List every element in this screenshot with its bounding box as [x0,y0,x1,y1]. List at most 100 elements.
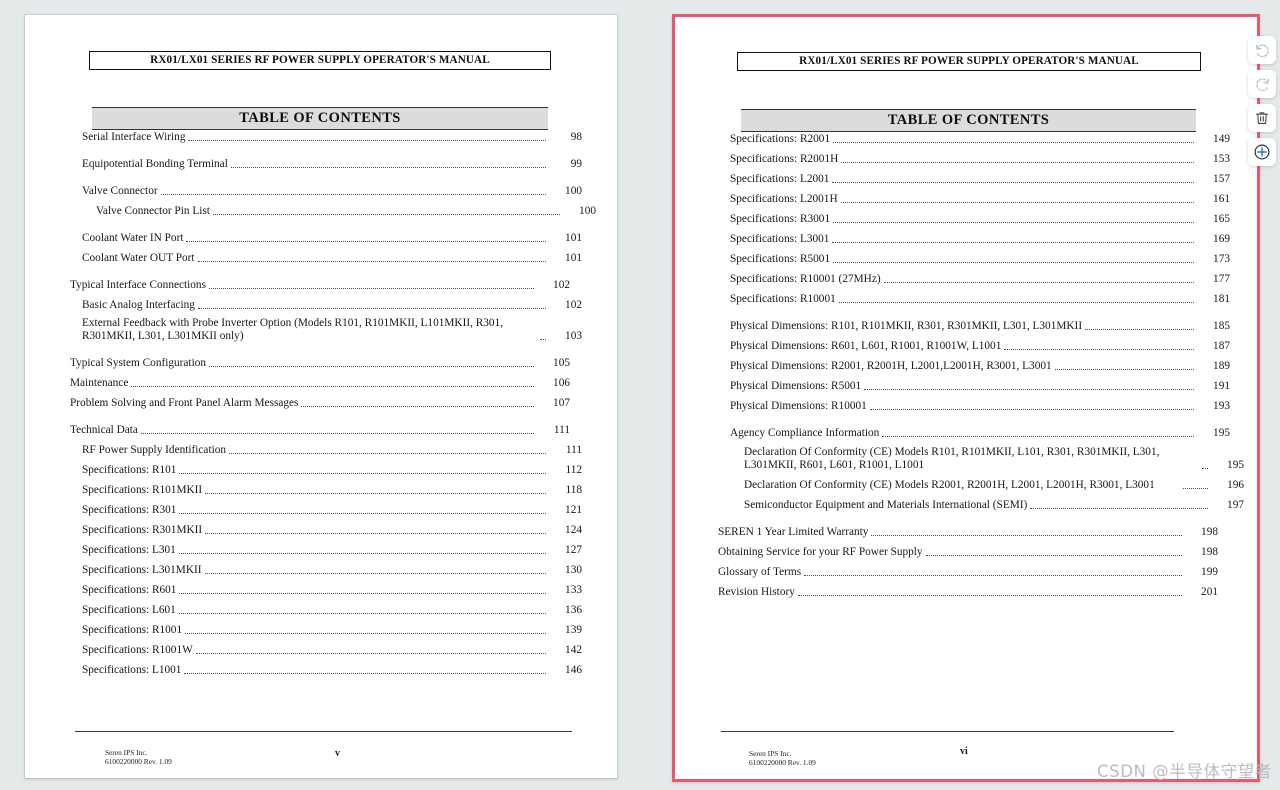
toc-entry[interactable]: Coolant Water OUT Port 101 [70,251,582,265]
toc-entry[interactable]: Declaration Of Conformity (CE) Models R2… [718,478,1244,492]
toc-entry[interactable]: SEREN 1 Year Limited Warranty 198 [718,525,1218,539]
toc-entry[interactable]: Specifications: R5001 173 [718,252,1230,266]
toc-entry[interactable]: Coolant Water IN Port 101 [70,231,582,245]
toc-entry[interactable]: Specifications: R10001 181 [718,292,1230,306]
toc-entry-label: Physical Dimensions: R101, R101MKII, R30… [730,320,1083,332]
toc-entry[interactable]: Specifications: R101 112 [70,463,582,477]
toc-entry-label: Physical Dimensions: R601, L601, R1001, … [730,340,1002,352]
toc-entry-page-number: 153 [1213,153,1230,165]
toc-leader-dots [179,512,546,515]
toc-entry[interactable]: Specifications: R3001 165 [718,212,1230,226]
toc-leader-dots [140,432,534,435]
toc-entry[interactable]: Physical Dimensions: R101, R101MKII, R30… [718,319,1230,333]
toc-entry-label: Typical System Configuration [70,357,207,370]
toc-entry-label: Specifications: L301MKII [82,564,202,577]
toc-entry-page-number: 195 [1227,459,1244,472]
toc-entry-page-number: 102 [565,299,582,311]
toc-entry-page-number: 111 [565,444,582,457]
toc-entry[interactable]: Glossary of Terms 199 [718,565,1218,579]
toc-leader-dots [179,592,546,595]
toc-entry[interactable]: Basic Analog Interfacing 102 [70,298,582,312]
toc-entry[interactable]: Obtaining Service for your RF Power Supp… [718,545,1218,559]
toc-entry[interactable]: Specifications: R101MKII 118 [70,483,582,497]
toc-entry[interactable]: Specifications: R1001 139 [70,623,582,637]
toc-entry[interactable]: Specifications: L3001 169 [718,232,1230,246]
delete-button[interactable] [1248,104,1276,132]
rotate-right-button[interactable] [1248,70,1276,98]
toc-entry[interactable]: Equipotential Bonding Terminal 99 [70,157,582,171]
toc-entry[interactable]: RF Power Supply Identification 111 [70,443,582,457]
toc-entry-label: Specifications: R101MKII [82,484,203,497]
toc-spacer [718,306,1218,319]
toc-entry[interactable]: Serial Interface Wiring 98 [70,130,582,144]
rotate-left-button[interactable] [1248,36,1276,64]
toc-entry[interactable]: Typical Interface Connections 102 [70,278,570,292]
toc-leader-dots [208,287,534,289]
toc-leader-dots [833,261,1194,263]
csdn-watermark: CSDN @半导体守望者 [1097,762,1272,781]
toc-entry-page-number: 181 [1213,293,1230,305]
document-page-left[interactable]: RX01/LX01 SERIES RF POWER SUPPLY OPERATO… [25,15,617,778]
toc-entry-page-number: 139 [565,624,582,637]
toc-entry-label: Specifications: R3001 [730,213,831,225]
toc-leader-dots [841,161,1194,163]
toc-entry[interactable]: Typical System Configuration 105 [70,356,570,370]
toc-entry[interactable]: Specifications: L301MKII 130 [70,563,582,577]
toc-entry-label: Serial Interface Wiring [82,131,186,143]
toc-entry[interactable]: Physical Dimensions: R2001, R2001H, L200… [718,359,1230,373]
toc-entry[interactable]: Valve Connector Pin List 100 [70,204,596,218]
toc-entry[interactable]: Physical Dimensions: R601, L601, R1001, … [718,339,1230,353]
toc-entry[interactable]: Revision History 201 [718,585,1218,599]
toc-leader-dots [869,408,1194,410]
toc-entry[interactable]: Specifications: R301 121 [70,503,582,517]
toc-entry[interactable]: Specifications: R1001W 142 [70,643,582,657]
toc-entry[interactable]: Semiconductor Equipment and Materials In… [718,498,1244,512]
toc-entry-label: Basic Analog Interfacing [82,299,195,311]
toc-entry[interactable]: External Feedback with Probe Inverter Op… [70,317,582,343]
toc-entry-page-number: 199 [1201,566,1218,579]
toc-entry[interactable]: Technical Data 111 [70,423,570,437]
toc-list: Specifications: R2001 149 Specifications: … [718,132,1244,599]
toc-leader-dots [209,365,534,368]
toc-entry[interactable]: Specifications: L601 136 [70,603,582,617]
toc-entry[interactable]: Specifications: L301 127 [70,543,582,557]
toc-entry[interactable]: Declaration Of Conformity (CE) Models R1… [718,446,1244,472]
toc-entry[interactable]: Problem Solving and Front Panel Alarm Me… [70,396,570,410]
toc-spacer [70,144,570,157]
toc-leader-dots [301,405,534,408]
toc-leader-dots [1202,467,1208,470]
toc-entry[interactable]: Physical Dimensions: R10001 193 [718,399,1230,413]
toc-leader-dots [540,338,546,341]
toc-entry-label: Specifications: L601 [82,604,176,617]
toc-entry[interactable]: Agency Compliance Information 195 [718,426,1230,440]
toc-entry[interactable]: Specifications: R2001H 153 [718,152,1230,166]
toc-entry-label: Physical Dimensions: R5001 [730,380,862,392]
toc-leader-dots [205,492,546,495]
toc-entry[interactable]: Specifications: L2001 157 [718,172,1230,186]
toc-leader-dots [925,554,1182,557]
toc-entry[interactable]: Specifications: R601 133 [70,583,582,597]
toc-entry-label: Specifications: L3001 [730,233,830,245]
toc-entry[interactable]: Valve Connector 100 [70,184,582,198]
toc-entry[interactable]: Maintenance 106 [70,376,570,390]
page-content-left: RX01/LX01 SERIES RF POWER SUPPLY OPERATO… [25,15,617,778]
toc-entry[interactable]: Specifications: L1001 146 [70,663,582,677]
toc-title: TABLE OF CONTENTS [92,107,548,130]
add-button[interactable] [1248,138,1276,166]
toc-spacer [70,343,570,356]
toc-entry-label: Specifications: R601 [82,584,177,597]
toc-entry[interactable]: Specifications: L2001H 161 [718,192,1230,206]
toc-spacer [70,218,570,231]
toc-entry-page-number: 169 [1213,233,1230,245]
toc-entry-label: Specifications: R10001 (27MHz) [730,273,881,285]
toc-entry-label: Specifications: R301 [82,504,177,517]
toc-entry[interactable]: Specifications: R301MKII 124 [70,523,582,537]
toc-entry[interactable]: Specifications: R10001 (27MHz) 177 [718,272,1230,286]
toc-entry[interactable]: Specifications: R2001 149 [718,132,1230,146]
toc-entry[interactable]: Physical Dimensions: R5001 191 [718,379,1230,393]
toc-list: Serial Interface Wiring 98 Equipotential B… [70,130,596,677]
toc-entry-label: Specifications: R5001 [730,253,831,265]
document-page-right-selected[interactable]: RX01/LX01 SERIES RF POWER SUPPLY OPERATO… [672,14,1260,782]
toc-entry-page-number: 121 [565,504,582,517]
toc-leader-dots [205,532,546,535]
